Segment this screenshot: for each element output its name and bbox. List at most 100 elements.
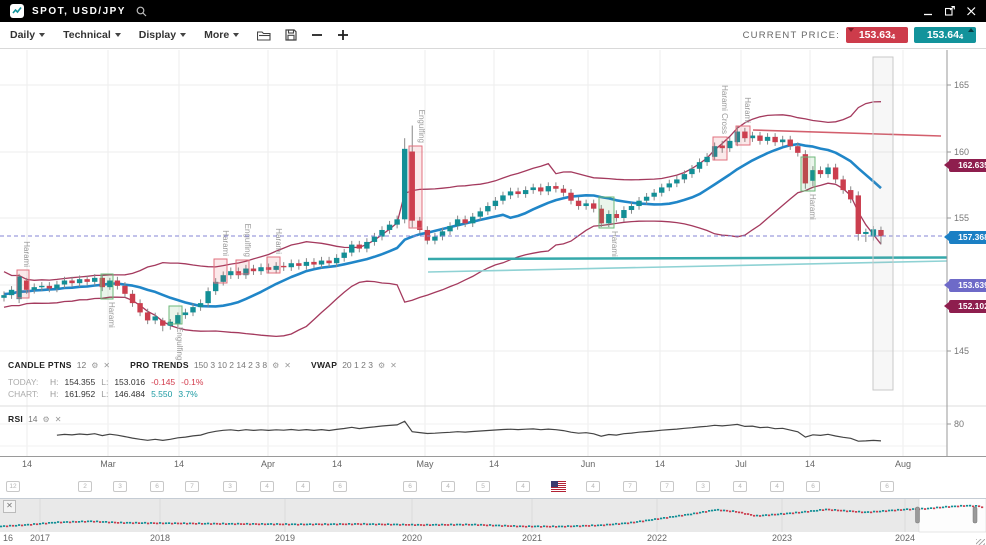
navigator-dash	[384, 524, 386, 526]
close-icon[interactable]: ✕	[103, 361, 110, 370]
navigator-dash	[507, 525, 509, 527]
menu-technical[interactable]: Technical	[63, 29, 121, 41]
menu-daily[interactable]: Daily	[10, 29, 45, 41]
menu-more[interactable]: More	[204, 29, 239, 41]
candle	[561, 189, 566, 193]
calendar-event-icon[interactable]: 3	[223, 481, 237, 492]
save-icon[interactable]	[285, 29, 297, 41]
pattern-box[interactable]	[736, 126, 750, 145]
navigator-dash	[768, 515, 770, 517]
navigator-dash	[627, 523, 629, 525]
navigator-dash	[201, 523, 203, 525]
navigator-dash	[795, 512, 797, 514]
close-icon[interactable]: ✕	[390, 361, 397, 370]
calendar-event-icon[interactable]: 6	[880, 481, 894, 492]
calendar-event-icon[interactable]: 6	[150, 481, 164, 492]
pattern-box[interactable]	[599, 197, 614, 228]
navigator-dash	[870, 512, 872, 514]
navigator-dash	[825, 509, 827, 511]
rsi-name: RSI	[8, 414, 23, 424]
x-axis-label: 14	[655, 459, 665, 469]
menu-display[interactable]: Display	[139, 29, 186, 41]
pattern-box[interactable]	[236, 260, 249, 274]
pattern-box[interactable]	[214, 259, 227, 283]
navigator-dash	[129, 522, 131, 524]
navigator-handle[interactable]	[973, 507, 977, 523]
navigator-dash	[804, 511, 806, 513]
pattern-box[interactable]	[801, 157, 815, 191]
zoom-out-button[interactable]	[311, 29, 323, 41]
navigator-dash	[141, 522, 143, 524]
calendar-event-icon[interactable]: 3	[113, 481, 127, 492]
navigator-dash	[858, 511, 860, 513]
popout-button[interactable]	[945, 6, 955, 16]
candle	[432, 237, 437, 241]
calendar-event-icon[interactable]: 4	[296, 481, 310, 492]
minimize-button[interactable]	[924, 7, 933, 16]
navigator-dash	[471, 524, 473, 526]
range-navigator[interactable]	[0, 498, 986, 533]
navigator-dash	[318, 523, 320, 525]
calendar-event-icon[interactable]: 2	[78, 481, 92, 492]
pattern-box[interactable]	[267, 257, 280, 273]
calendar-event-icon[interactable]: 12	[6, 481, 20, 492]
navigator-dash	[618, 523, 620, 525]
candle	[568, 193, 573, 201]
navigator-dash	[9, 525, 11, 527]
calendar-event-icon[interactable]: 7	[185, 481, 199, 492]
us-flag-icon[interactable]	[551, 481, 566, 492]
x-axis-label: 14	[174, 459, 184, 469]
navigator-close-icon[interactable]: ✕	[3, 500, 16, 513]
navigator-dash	[312, 524, 314, 526]
navigator-dash	[867, 511, 869, 513]
pattern-label: Harami	[221, 230, 230, 256]
calendar-event-icon[interactable]: 6	[806, 481, 820, 492]
candle	[825, 167, 830, 174]
close-icon[interactable]: ✕	[55, 415, 62, 424]
gear-icon[interactable]: ⚙	[43, 415, 50, 424]
navigator-dash	[348, 523, 350, 525]
resize-grip[interactable]	[976, 539, 985, 545]
calendar-event-icon[interactable]: 7	[660, 481, 674, 492]
gear-icon[interactable]: ⚙	[378, 361, 385, 370]
bid-price-badge[interactable]: 153.634	[846, 27, 908, 43]
gear-icon[interactable]: ⚙	[272, 361, 279, 370]
ask-price-badge[interactable]: 153.644	[914, 27, 976, 43]
gear-icon[interactable]: ⚙	[91, 361, 98, 370]
calendar-event-icon[interactable]: 4	[770, 481, 784, 492]
selection-region[interactable]	[873, 57, 893, 390]
calendar-event-icon[interactable]: 5	[476, 481, 490, 492]
candle	[349, 245, 354, 253]
calendar-event-icon[interactable]: 3	[696, 481, 710, 492]
pattern-box[interactable]	[713, 137, 727, 160]
pattern-box[interactable]	[101, 274, 113, 299]
navigator-dash	[138, 522, 140, 524]
pattern-box[interactable]	[409, 146, 422, 228]
candle	[62, 281, 67, 285]
calendar-event-icon[interactable]: 4	[260, 481, 274, 492]
navigator-dash	[630, 522, 632, 524]
pattern-box[interactable]	[169, 306, 182, 324]
navigator-handle[interactable]	[916, 507, 920, 523]
calendar-event-icon[interactable]: 4	[441, 481, 455, 492]
navigator-dash	[723, 510, 725, 512]
navigator-dash	[78, 521, 80, 523]
navigator-dash	[456, 524, 458, 526]
calendar-event-icon[interactable]: 6	[333, 481, 347, 492]
search-icon[interactable]	[136, 6, 147, 17]
trendline[interactable]	[753, 130, 941, 136]
calendar-event-icon[interactable]: 7	[623, 481, 637, 492]
calendar-event-icon[interactable]: 4	[586, 481, 600, 492]
navigator-dash	[759, 515, 761, 517]
open-folder-icon[interactable]	[257, 30, 271, 41]
navigator-dash	[150, 522, 152, 524]
calendar-event-icon[interactable]: 6	[403, 481, 417, 492]
pattern-box[interactable]	[17, 270, 29, 298]
calendar-event-icon[interactable]: 4	[516, 481, 530, 492]
candle-ptns-name: CANDLE PTNS	[8, 360, 72, 370]
close-icon[interactable]: ✕	[284, 361, 291, 370]
calendar-event-icon[interactable]: 4	[733, 481, 747, 492]
navigator-dash	[969, 505, 971, 507]
close-button[interactable]	[967, 7, 976, 16]
zoom-in-button[interactable]	[337, 29, 349, 41]
